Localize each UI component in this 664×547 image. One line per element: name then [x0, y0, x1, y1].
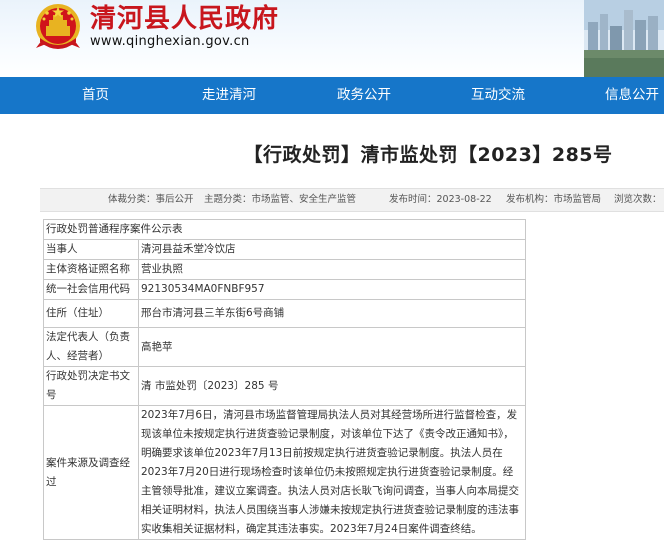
table-row: 法定代表人（负责人、经营者） 高艳苹	[43, 327, 526, 367]
table-row: 主体资格证照名称 营业执照	[43, 259, 526, 280]
row-value: 营业执照	[138, 259, 526, 280]
nav-item-home[interactable]: 首页	[82, 77, 109, 114]
nav-item-about[interactable]: 走进清河	[202, 77, 256, 114]
row-label: 住所（住址）	[43, 299, 139, 328]
meta-publish-date: 发布时间：2023-08-22	[389, 194, 492, 205]
document-title: 【行政处罚】清市监处罚【2023】285号	[243, 144, 613, 166]
row-label: 统一社会信用代码	[43, 279, 139, 300]
row-value: 清 市监处罚〔2023〕285 号	[138, 366, 526, 406]
table-caption: 行政处罚普通程序案件公示表	[43, 219, 526, 240]
row-value: 邢台市清河县三羊东街6号商铺	[138, 299, 526, 328]
row-label: 当事人	[43, 239, 139, 260]
row-label: 行政处罚决定书文号	[43, 366, 139, 406]
meta-category: 体裁分类：事后公开	[108, 194, 194, 205]
table-row: 案件来源及调查经过 2023年7月6日，清河县市场监督管理局执法人员对其经营场所…	[43, 405, 526, 540]
table-row: 行政处罚决定书文号 清 市监处罚〔2023〕285 号	[43, 366, 526, 406]
site-header: 清河县人民政府 www.qinghexian.gov.cn	[0, 0, 664, 77]
row-value-narrative: 2023年7月6日，清河县市场监督管理局执法人员对其经营场所进行监督检查，发现该…	[138, 405, 526, 540]
row-value: 清河县益禾堂冷饮店	[138, 239, 526, 260]
row-value: 高艳苹	[138, 327, 526, 367]
row-value: 92130534MA0FNBF957	[138, 279, 526, 300]
row-label: 案件来源及调查经过	[43, 405, 139, 540]
row-label: 主体资格证照名称	[43, 259, 139, 280]
nav-item-interaction[interactable]: 互动交流	[471, 77, 525, 114]
table-row: 当事人 清河县益禾堂冷饮店	[43, 239, 526, 260]
meta-view-count: 浏览次数：	[614, 194, 662, 205]
document-meta-bar: 体裁分类：事后公开 主题分类：市场监管、安全生产监管 发布时间：2023-08-…	[40, 188, 664, 212]
meta-topic: 主题分类：市场监管、安全生产监管	[204, 194, 357, 205]
city-skyline-image	[584, 0, 664, 77]
row-label: 法定代表人（负责人、经营者）	[43, 327, 139, 367]
nav-item-info-disclosure[interactable]: 信息公开	[605, 77, 659, 114]
national-emblem-icon	[36, 4, 80, 49]
document-title-row: 【行政处罚】清市监处罚【2023】285号	[0, 140, 664, 167]
main-nav: 首页 走进清河 政务公开 互动交流 信息公开	[0, 77, 664, 114]
site-url: www.qinghexian.gov.cn	[90, 34, 250, 49]
site-title[interactable]: 清河县人民政府	[90, 2, 279, 36]
table-row: 统一社会信用代码 92130534MA0FNBF957	[43, 279, 526, 300]
table-row: 住所（住址） 邢台市清河县三羊东街6号商铺	[43, 299, 526, 328]
nav-item-government-affairs[interactable]: 政务公开	[337, 77, 391, 114]
meta-publisher: 发布机构：市场监管局	[506, 194, 602, 205]
table-caption-row: 行政处罚普通程序案件公示表	[43, 219, 526, 240]
penalty-info-table: 行政处罚普通程序案件公示表 当事人 清河县益禾堂冷饮店 主体资格证照名称 营业执…	[43, 219, 526, 540]
